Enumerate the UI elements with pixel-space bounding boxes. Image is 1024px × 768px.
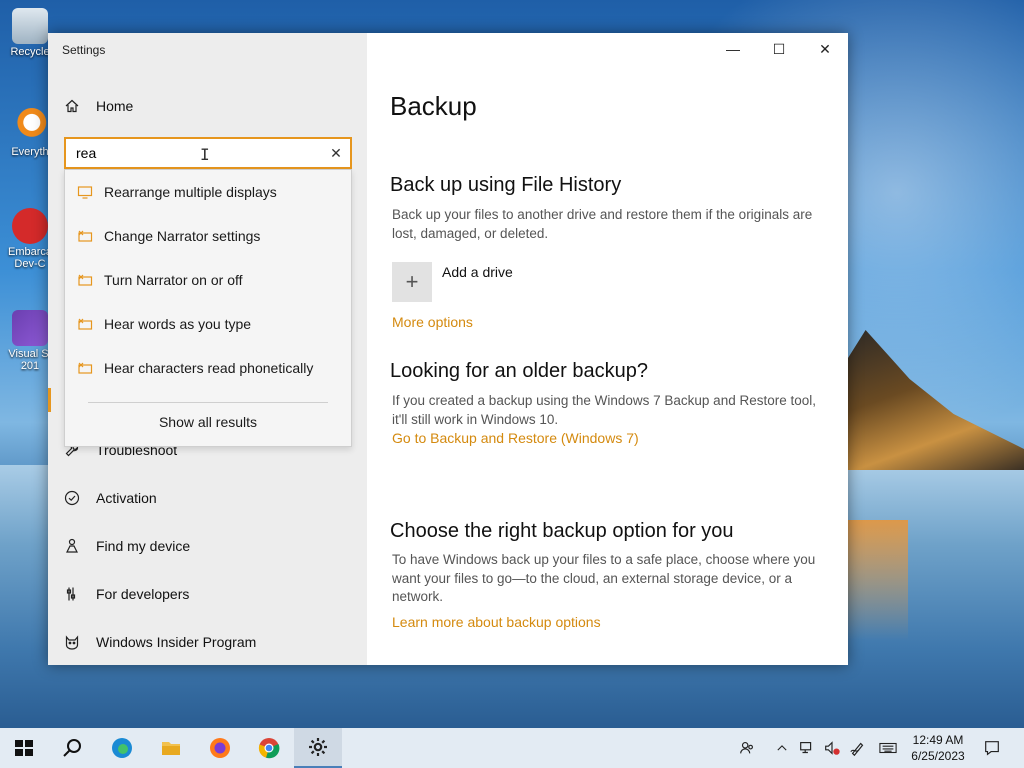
maximize-button[interactable]: ☐ bbox=[756, 33, 802, 65]
chevron-up-icon[interactable] bbox=[772, 738, 792, 758]
sidebar-item-find-my-device[interactable]: Find my device bbox=[64, 531, 190, 561]
suggestion-hear-characters[interactable]: Hear characters read phonetically bbox=[65, 346, 351, 390]
taskbar-file-explorer-button[interactable] bbox=[147, 728, 195, 768]
volume-muted-icon[interactable] bbox=[822, 738, 842, 758]
learn-more-backup-link[interactable]: Learn more about backup options bbox=[392, 614, 601, 630]
network-icon[interactable] bbox=[797, 738, 817, 758]
home-icon bbox=[64, 98, 80, 114]
narrator-icon bbox=[77, 228, 93, 244]
taskbar-edge-button[interactable] bbox=[98, 728, 146, 768]
sidebar-item-for-developers[interactable]: For developers bbox=[64, 579, 189, 609]
text-cursor-icon: I bbox=[200, 145, 210, 164]
suggestion-narrator-settings[interactable]: Change Narrator settings bbox=[65, 214, 351, 258]
search-icon bbox=[63, 739, 81, 757]
dropdown-divider bbox=[88, 402, 328, 403]
window-title: Settings bbox=[62, 43, 106, 57]
clock-time: 12:49 AM bbox=[912, 733, 964, 747]
chrome-icon bbox=[258, 738, 280, 759]
narrator-icon bbox=[77, 272, 93, 288]
suggestion-label: Turn Narrator on or off bbox=[104, 272, 243, 288]
sidebar-item-label: Activation bbox=[96, 490, 157, 506]
file-history-heading: Back up using File History bbox=[390, 174, 622, 196]
close-button[interactable]: ✕ bbox=[802, 33, 848, 65]
narrator-icon bbox=[77, 316, 93, 332]
sidebar-item-activation[interactable]: Activation bbox=[64, 483, 157, 513]
suggestion-label: Change Narrator settings bbox=[104, 228, 261, 244]
sidebar-item-home[interactable]: Home bbox=[64, 91, 133, 121]
suggestion-narrator-toggle[interactable]: Turn Narrator on or off bbox=[65, 258, 351, 302]
wallpaper-reflection bbox=[848, 520, 908, 640]
clear-search-icon[interactable]: ✕ bbox=[328, 145, 344, 161]
suggestion-label: Hear characters read phonetically bbox=[104, 360, 314, 376]
backup-restore-win7-link[interactable]: Go to Backup and Restore (Windows 7) bbox=[392, 430, 639, 446]
desktop-icon-label: Recycle bbox=[10, 46, 50, 58]
suggestion-label: Hear words as you type bbox=[104, 316, 252, 332]
narrator-icon bbox=[77, 360, 93, 376]
search-input[interactable] bbox=[66, 139, 316, 167]
display-icon bbox=[77, 184, 93, 200]
page-title: Backup bbox=[390, 91, 477, 121]
visual-studio-icon bbox=[12, 310, 48, 346]
desktop-icon-label: Everyth bbox=[11, 146, 49, 158]
windows-logo-icon bbox=[15, 740, 33, 756]
taskbar-clock[interactable]: 12:49 AM 6/25/2023 bbox=[905, 732, 971, 764]
sidebar-item-label: Windows Insider Program bbox=[96, 634, 257, 650]
taskbar-search-button[interactable] bbox=[48, 728, 96, 768]
taskbar-settings-button[interactable] bbox=[294, 728, 342, 768]
close-icon: ✕ bbox=[819, 40, 831, 57]
maximize-icon: ☐ bbox=[772, 40, 786, 57]
add-drive-label[interactable]: Add a drive bbox=[442, 264, 513, 280]
older-backup-description: If you created a backup using the Window… bbox=[392, 393, 816, 427]
start-button[interactable] bbox=[0, 728, 48, 768]
minimize-icon: — bbox=[726, 41, 740, 57]
minimize-button[interactable]: — bbox=[710, 33, 756, 65]
edge-icon bbox=[112, 738, 132, 758]
keyboard-icon[interactable] bbox=[878, 738, 898, 758]
search-suggestions-dropdown: Rearrange multiple displays Change Narra… bbox=[64, 169, 352, 447]
suggestion-hear-words[interactable]: Hear words as you type bbox=[65, 302, 351, 346]
choose-backup-description: To have Windows back up your files to a … bbox=[392, 552, 816, 604]
cat-icon bbox=[64, 634, 80, 650]
search-magnifier-icon bbox=[12, 108, 48, 144]
suggestion-rearrange-displays[interactable]: Rearrange multiple displays bbox=[65, 170, 351, 214]
people-icon[interactable] bbox=[737, 738, 757, 758]
person-location-icon bbox=[64, 538, 80, 554]
plus-icon: + bbox=[405, 269, 419, 294]
add-drive-button[interactable]: + bbox=[392, 262, 432, 302]
desktop-icon-label: Visual St 201 bbox=[8, 348, 52, 372]
sidebar-item-label: For developers bbox=[96, 586, 190, 602]
firefox-icon bbox=[210, 738, 230, 758]
older-backup-heading: Looking for an older backup? bbox=[390, 360, 648, 382]
taskbar: 12:49 AM 6/25/2023 bbox=[0, 728, 1024, 768]
show-all-results-button[interactable]: Show all results bbox=[65, 414, 351, 430]
clock-date: 6/25/2023 bbox=[911, 749, 965, 763]
sidebar-item-windows-insider[interactable]: Windows Insider Program bbox=[64, 627, 256, 657]
devcpp-icon bbox=[12, 208, 48, 244]
action-center-icon[interactable] bbox=[982, 738, 1002, 758]
selected-item-indicator bbox=[48, 388, 51, 412]
pen-ink-icon[interactable] bbox=[848, 738, 868, 758]
sidebar-item-label: Home bbox=[96, 98, 134, 114]
taskbar-firefox-button[interactable] bbox=[196, 728, 244, 768]
recycle-bin-icon bbox=[12, 8, 48, 44]
sidebar: Settings Home Troubleshoot Activation Fi… bbox=[48, 33, 367, 665]
backup-content-pane: — ☐ ✕ Backup Back up using File History … bbox=[367, 33, 848, 665]
folder-icon bbox=[162, 742, 180, 755]
sidebar-item-label: Find my device bbox=[96, 538, 191, 554]
desktop-icon-label: Embarca Dev-C bbox=[7, 246, 53, 270]
file-history-description: Back up your files to another drive and … bbox=[392, 207, 813, 241]
settings-window: Settings Home Troubleshoot Activation Fi… bbox=[48, 33, 848, 665]
check-circle-icon bbox=[64, 490, 80, 506]
taskbar-chrome-button[interactable] bbox=[245, 728, 293, 768]
gear-icon bbox=[309, 738, 327, 756]
choose-backup-heading: Choose the right backup option for you bbox=[390, 520, 734, 542]
more-options-link[interactable]: More options bbox=[392, 314, 473, 330]
suggestion-label: Rearrange multiple displays bbox=[104, 184, 277, 200]
developer-tools-icon bbox=[64, 586, 80, 602]
